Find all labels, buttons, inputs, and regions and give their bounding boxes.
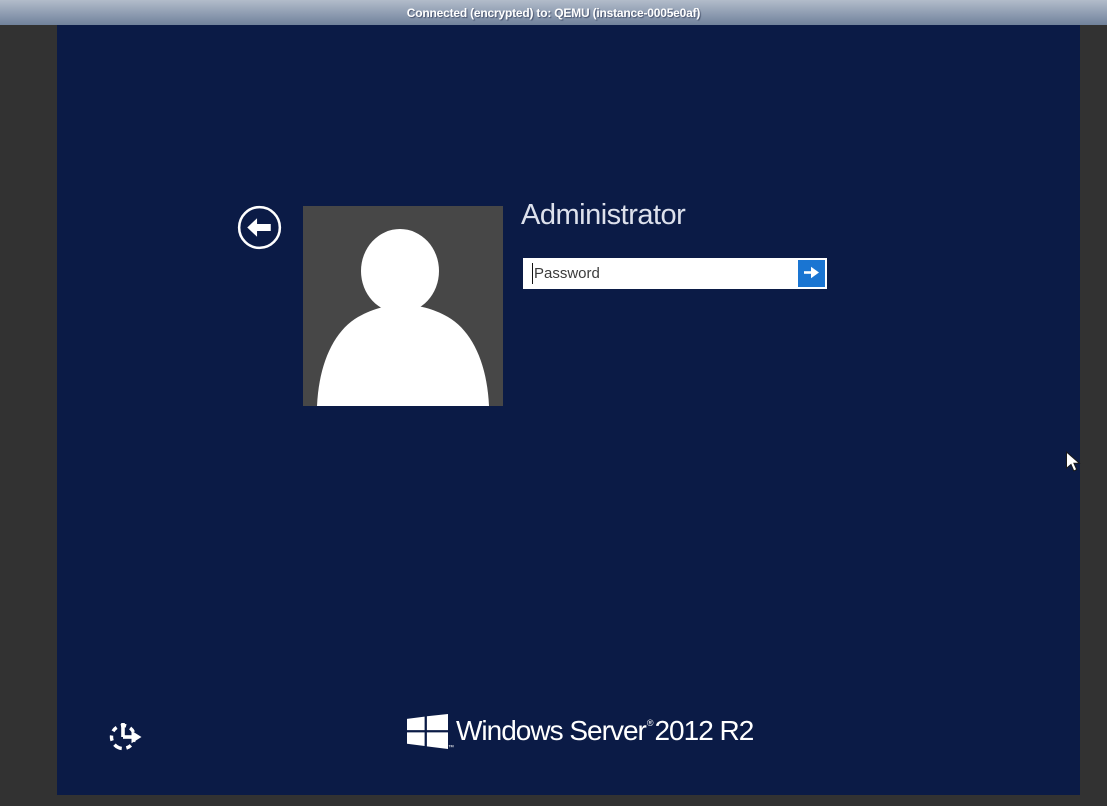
- username-label: Administrator: [521, 199, 685, 232]
- registered-mark: ®: [647, 718, 654, 728]
- user-silhouette-icon: [303, 393, 503, 406]
- os-brand-text: Windows Server®2012 R2: [456, 715, 753, 747]
- os-brand: ™ Windows Server®2012 R2: [407, 712, 753, 750]
- password-field-group: [523, 258, 827, 289]
- mouse-cursor-icon: [1065, 451, 1081, 473]
- windows-flag-icon: ™: [407, 714, 448, 749]
- vnc-viewer-window: { "viewer": { "titlebar": { "text": "Con…: [0, 0, 1107, 806]
- os-brand-version: 2012 R2: [654, 715, 753, 746]
- vnc-status-bar: Connected (encrypted) to: QEMU (instance…: [0, 0, 1107, 25]
- arrow-right-icon: [803, 266, 820, 282]
- user-avatar: [303, 206, 503, 406]
- submit-password-button[interactable]: [798, 260, 825, 287]
- vnc-connection-status: Connected (encrypted) to: QEMU (instance…: [407, 6, 700, 20]
- back-button[interactable]: [236, 204, 283, 251]
- text-caret: [532, 263, 533, 284]
- ease-of-access-button[interactable]: [107, 720, 145, 754]
- flag-trademark-mark: ™: [448, 745, 454, 751]
- arrow-left-circle-icon: [236, 239, 283, 254]
- ease-of-access-icon: [108, 741, 145, 756]
- os-brand-name: Windows Server: [456, 715, 646, 746]
- password-input[interactable]: [523, 258, 795, 289]
- logon-screen: Administrator: [57, 25, 1080, 795]
